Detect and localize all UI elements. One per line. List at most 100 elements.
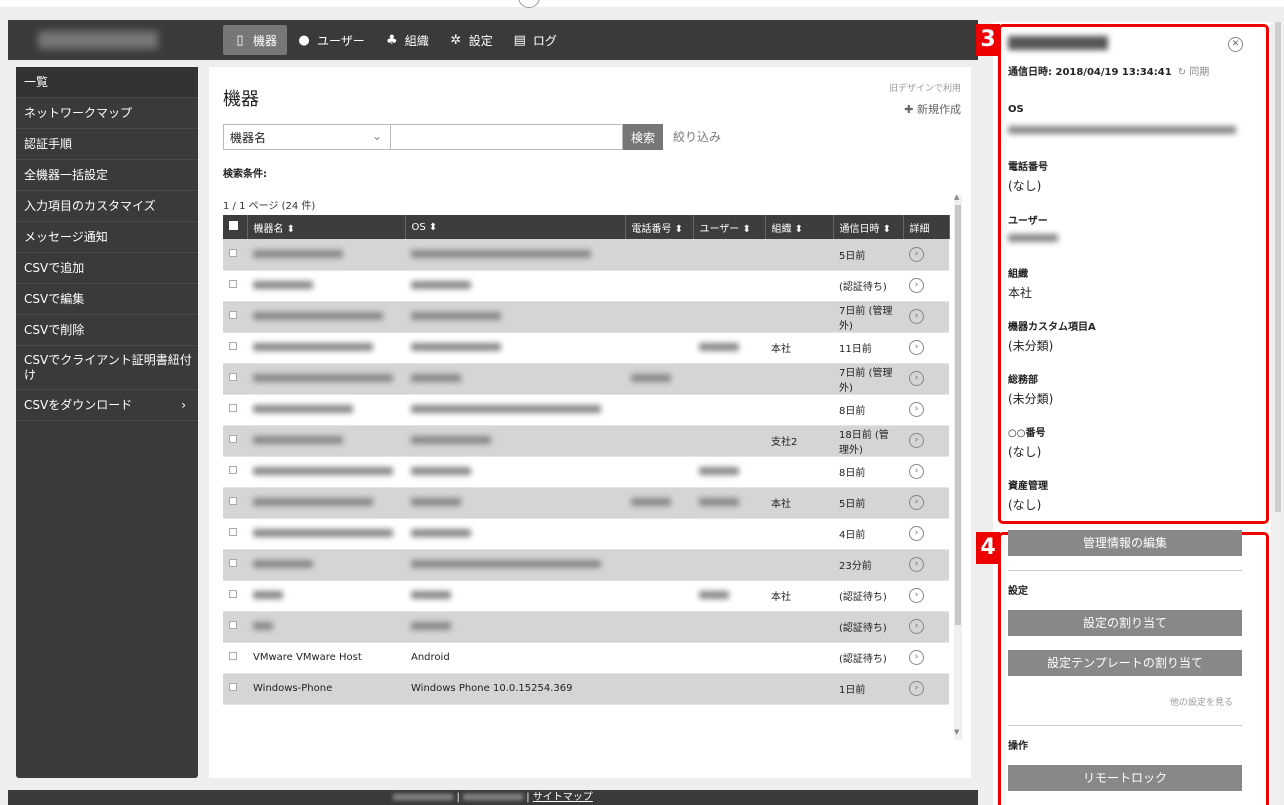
row-checkbox[interactable] [223,611,247,643]
table-row[interactable]: VMware VMware Host Android (認証待ち) › [223,642,949,674]
sidebar-item-csv-cert[interactable]: CSVでクライアント証明書紐付け [16,346,198,390]
chevron-right-circle-icon[interactable]: › [909,340,924,355]
search-button[interactable]: 検索 [623,124,663,150]
select-all-checkbox[interactable] [223,215,248,239]
sidebar-item-network-map[interactable]: ネットワークマップ [16,98,198,129]
sidebar-item-auth-procedure[interactable]: 認証手順 [16,129,198,160]
row-checkbox[interactable] [223,518,247,550]
table-row[interactable]: (認証待ち) › [223,270,949,302]
scroll-down-icon[interactable]: ▼ [954,728,959,736]
cell-detail[interactable]: › [903,549,949,581]
search-field-select[interactable]: 機器名 ⌄ [223,124,391,150]
scroll-thumb[interactable] [955,205,961,625]
chevron-right-circle-icon[interactable]: › [909,246,924,262]
sidebar-item-message-notify[interactable]: メッセージ通知 [16,222,198,253]
nav-orgs[interactable]: ♣ 組織 [375,25,439,55]
chevron-right-circle-icon[interactable]: › [909,619,924,634]
chevron-right-circle-icon[interactable]: › [909,588,924,603]
table-row[interactable]: 本社 5日前 › [223,487,949,519]
table-row[interactable]: 7日前 (管理外) › [223,301,949,333]
nav-settings[interactable]: ✲ 設定 [439,25,503,55]
sitemap-link[interactable]: サイトマップ [533,792,593,803]
cell-detail[interactable]: › [903,239,949,271]
row-checkbox[interactable] [223,580,247,612]
table-row[interactable]: 23分前 › [223,549,949,581]
chevron-right-circle-icon[interactable]: › [909,433,924,448]
row-checkbox[interactable] [223,301,247,333]
panel-scrollbar[interactable] [1274,22,1282,805]
row-checkbox[interactable] [223,239,247,271]
chevron-right-circle-icon[interactable]: › [909,278,924,293]
cell-detail[interactable]: › [903,394,949,426]
nav-devices[interactable]: ▯ 機器 [223,25,288,55]
cell-detail[interactable]: › [903,301,949,333]
chevron-right-circle-icon[interactable]: › [909,309,924,324]
chevron-right-circle-icon[interactable]: › [909,650,924,665]
remote-lock-button[interactable]: リモートロック [1008,765,1242,791]
panel-scroll-thumb[interactable] [1275,22,1281,512]
table-row[interactable]: 5日前 › [223,239,949,271]
row-checkbox[interactable] [223,394,247,426]
table-row[interactable]: 支社2 18日前 (管理外) › [223,425,949,457]
old-design-link[interactable]: 旧デザインで利用 [889,81,961,94]
cell-detail[interactable]: › [903,642,949,674]
chevron-right-circle-icon[interactable]: › [909,464,924,479]
scroll-up-icon[interactable]: ▲ [954,193,959,201]
filter-link[interactable]: 絞り込み [673,124,721,150]
chevron-right-circle-icon[interactable]: › [909,681,924,696]
row-checkbox[interactable] [223,332,247,364]
row-checkbox[interactable] [223,270,247,302]
nav-users[interactable]: ● ユーザー [287,25,375,55]
sidebar-item-csv-edit[interactable]: CSVで編集 [16,284,198,315]
row-checkbox[interactable] [223,425,247,457]
chevron-right-circle-icon[interactable]: › [909,495,924,510]
cell-detail[interactable]: › [903,363,949,395]
chevron-right-circle-icon[interactable]: › [909,526,924,541]
cell-detail[interactable]: › [903,425,949,457]
row-checkbox[interactable] [223,487,247,519]
col-header-user[interactable]: ユーザー ⬍ [693,215,766,239]
search-input[interactable] [391,124,623,150]
sync-link[interactable]: ↻ 同期 [1178,67,1210,78]
cell-detail[interactable]: › [903,673,949,705]
table-row[interactable]: 8日前 › [223,394,949,426]
sidebar-item-list[interactable]: 一覧 [16,67,198,98]
table-row[interactable]: Windows-Phone Windows Phone 10.0.15254.36… [223,673,949,705]
assign-template-button[interactable]: 設定テンプレートの割り当て [1008,650,1242,676]
table-row[interactable]: 4日前 › [223,518,949,550]
close-icon[interactable]: ✕ [1228,37,1243,52]
cell-detail[interactable]: › [903,332,949,364]
table-row[interactable]: 8日前 › [223,456,949,488]
sidebar-item-csv-download[interactable]: CSVをダウンロード › [16,390,198,421]
table-row[interactable]: 本社 11日前 › [223,332,949,364]
cell-detail[interactable]: › [903,518,949,550]
col-header-org[interactable]: 組織 ⬍ [765,215,834,239]
more-settings-link[interactable]: 他の設定を見る [1170,695,1233,708]
edit-management-info-button[interactable]: 管理情報の編集 [1008,530,1242,556]
col-header-os[interactable]: OS ⬍ [405,215,626,239]
row-checkbox[interactable] [223,673,247,705]
cell-detail[interactable]: › [903,611,949,643]
chevron-right-circle-icon[interactable]: › [909,371,924,386]
chevron-right-circle-icon[interactable]: › [909,402,924,417]
chevron-right-circle-icon[interactable]: › [909,557,924,572]
cell-detail[interactable]: › [903,580,949,612]
row-checkbox[interactable] [223,363,247,395]
table-row[interactable]: 本社 (認証待ち) › [223,580,949,612]
cell-detail[interactable]: › [903,456,949,488]
sidebar-item-bulk-settings[interactable]: 全機器一括設定 [16,160,198,191]
table-scrollbar[interactable]: ▲ ▼ [954,193,962,740]
table-row[interactable]: 7日前 (管理外) › [223,363,949,395]
nav-logs[interactable]: ▤ ログ [503,25,567,55]
col-header-name[interactable]: 機器名 ⬍ [247,215,406,239]
assign-settings-button[interactable]: 設定の割り当て [1008,610,1242,636]
row-checkbox[interactable] [223,456,247,488]
row-checkbox[interactable] [223,549,247,581]
table-row[interactable]: (認証待ち) › [223,611,949,643]
cell-detail[interactable]: › [903,270,949,302]
row-checkbox[interactable] [223,642,247,674]
sidebar-item-customize-fields[interactable]: 入力項目のカスタマイズ [16,191,198,222]
sidebar-item-csv-delete[interactable]: CSVで削除 [16,315,198,346]
col-header-comm[interactable]: 通信日時 ⬍ [833,215,904,239]
cell-detail[interactable]: › [903,487,949,519]
